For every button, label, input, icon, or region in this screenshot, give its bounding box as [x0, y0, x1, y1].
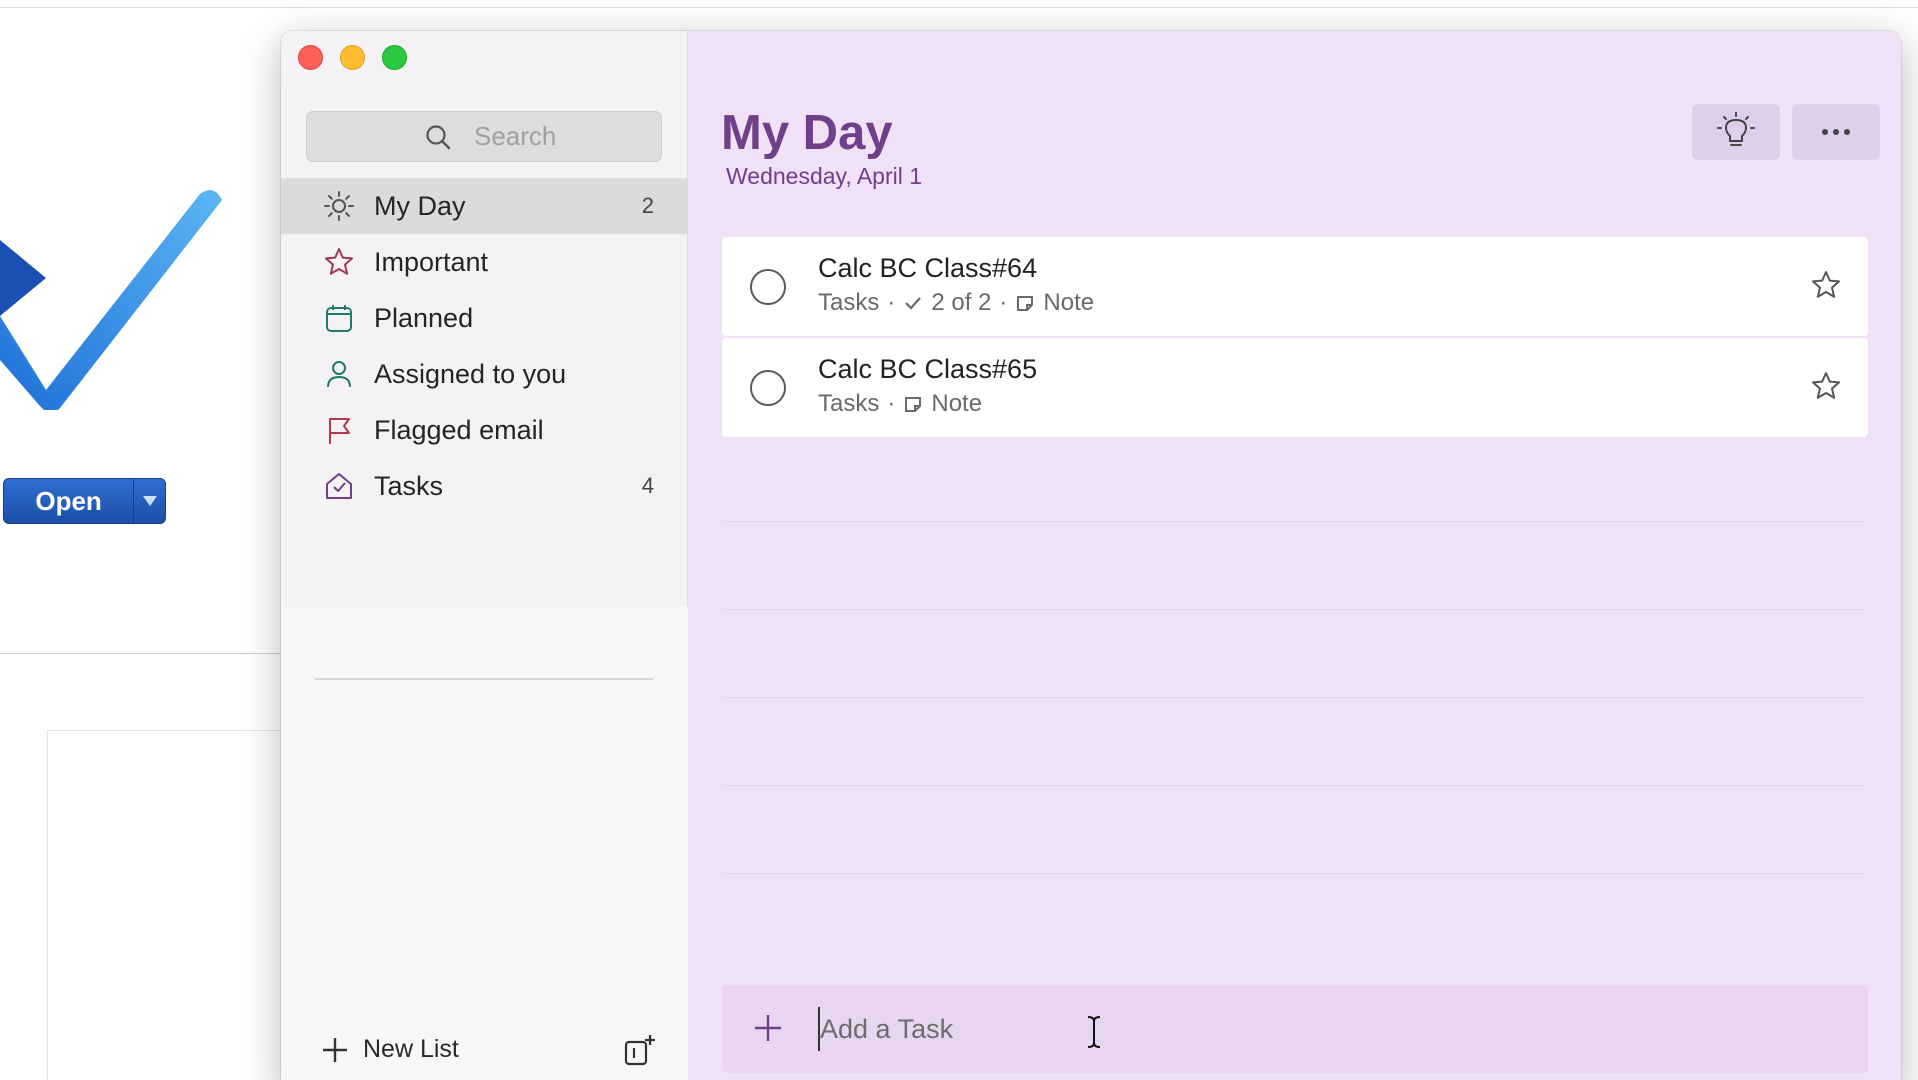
new-list-button[interactable]: New List: [321, 1035, 459, 1064]
sidebar-item-count: 2: [641, 193, 654, 218]
separator-dot: ·: [887, 289, 896, 316]
todo-window: My Day 2 Important Planned: [281, 31, 1901, 1080]
new-group-button[interactable]: [623, 1033, 657, 1072]
background-divider: [0, 7, 1918, 8]
zoom-window-button[interactable]: [382, 45, 407, 70]
suggestions-button[interactable]: [1692, 104, 1780, 160]
background-divider: [0, 653, 282, 654]
page-date: Wednesday, April 1: [726, 163, 923, 189]
sidebar-item-tasks[interactable]: Tasks 4: [281, 458, 688, 514]
task-list: Calc BC Class#64 Tasks · 2 of 2 · Note C…: [722, 237, 1868, 439]
task-note-label: Note: [1043, 289, 1095, 316]
text-cursor-icon: [1087, 1016, 1101, 1048]
sidebar-item-label: Assigned to you: [374, 358, 567, 389]
task-meta: Tasks · 2 of 2 · Note: [818, 289, 1094, 317]
home-icon: [321, 468, 357, 504]
sidebar-item-label: Tasks: [374, 470, 444, 501]
search-input[interactable]: [474, 121, 644, 152]
star-icon[interactable]: [1810, 370, 1842, 407]
search-icon: [426, 124, 451, 149]
sidebar-item-important[interactable]: Important: [281, 234, 688, 290]
empty-row-line: [722, 697, 1868, 698]
window-controls: [298, 45, 407, 70]
sun-icon: [321, 188, 357, 224]
sidebar-item-label: Planned: [374, 302, 474, 333]
sidebar-item-count: 4: [641, 473, 654, 498]
lightbulb-icon: [1717, 112, 1755, 146]
new-list-label: New List: [363, 1035, 459, 1063]
page-title: My Day: [721, 106, 893, 160]
minimize-window-button[interactable]: [340, 45, 365, 70]
plus-icon: [323, 1037, 347, 1062]
task-list-name: Tasks: [818, 390, 880, 417]
star-icon: [321, 244, 357, 280]
open-button-label: Open: [35, 485, 102, 516]
add-task-input[interactable]: [818, 1007, 1418, 1051]
separator-dot: ·: [999, 289, 1008, 316]
open-button[interactable]: Open: [3, 478, 166, 524]
sidebar-item-assigned-to-you[interactable]: Assigned to you: [281, 346, 688, 402]
main-panel: My Day Wednesday, April 1 Calc BC Class#…: [688, 31, 1901, 1080]
more-horizontal-icon: [1822, 129, 1850, 135]
empty-row-line: [722, 521, 1868, 522]
todo-app-logo: [0, 170, 230, 413]
sidebar-nav: My Day 2 Important Planned Assigned to y…: [281, 178, 688, 680]
task-title: Calc BC Class#65: [818, 354, 1038, 384]
flag-icon: [321, 412, 357, 448]
add-task-bar[interactable]: [722, 985, 1868, 1073]
empty-row-line: [722, 785, 1868, 786]
background-panel: [47, 730, 287, 1080]
complete-task-checkbox[interactable]: [750, 269, 786, 305]
note-icon: [1017, 296, 1034, 311]
separator-dot: ·: [887, 390, 896, 417]
task-item[interactable]: Calc BC Class#64 Tasks · 2 of 2 · Note: [722, 237, 1868, 336]
task-item[interactable]: Calc BC Class#65 Tasks · Note: [722, 338, 1868, 437]
person-icon: [321, 356, 357, 392]
sidebar-item-planned[interactable]: Planned: [281, 290, 688, 346]
sidebar-item-label: My Day: [374, 190, 466, 221]
close-window-button[interactable]: [298, 45, 323, 70]
dropdown-arrow-icon[interactable]: [133, 479, 165, 523]
star-icon[interactable]: [1810, 269, 1842, 306]
note-icon: [905, 397, 922, 412]
task-note-label: Note: [931, 390, 983, 417]
sidebar-item-label: Important: [374, 246, 489, 277]
empty-row-line: [722, 609, 1868, 610]
search-box[interactable]: [306, 111, 662, 162]
sidebar-divider: [315, 678, 653, 680]
sidebar-item-label: Flagged email: [374, 414, 544, 445]
task-list-name: Tasks: [818, 289, 880, 316]
task-steps: 2 of 2: [931, 289, 992, 316]
task-meta: Tasks · Note: [818, 390, 982, 418]
task-title: Calc BC Class#64: [818, 253, 1038, 283]
sidebar-item-my-day[interactable]: My Day 2: [281, 178, 688, 234]
checkmark-icon: [905, 297, 922, 310]
empty-row-line: [722, 873, 1868, 874]
sidebar: My Day 2 Important Planned: [281, 31, 688, 1080]
calendar-icon: [321, 300, 357, 336]
plus-icon: [755, 1015, 781, 1041]
sidebar-item-flagged-email[interactable]: Flagged email: [281, 402, 688, 458]
new-group-icon: [624, 1035, 655, 1066]
more-options-button[interactable]: [1792, 104, 1880, 160]
complete-task-checkbox[interactable]: [750, 370, 786, 406]
